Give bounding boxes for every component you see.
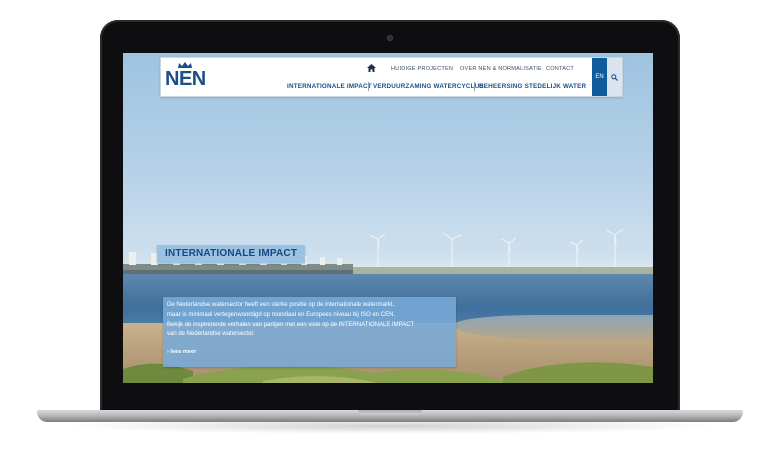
laptop-notch	[358, 410, 422, 415]
logo-text: NEN	[165, 68, 206, 90]
nav-link-contact[interactable]: CONTACT	[546, 66, 574, 72]
read-more-link[interactable]: › lees meer	[167, 349, 196, 355]
hero-body-line: De Nederlandse watersector heeft een ste…	[167, 302, 395, 308]
browser-viewport: NEN HUIDIGE PROJECTEN OVER NEN & NORMALI…	[123, 53, 653, 383]
site-header: NEN HUIDIGE PROJECTEN OVER NEN & NORMALI…	[160, 57, 623, 97]
hero-title: INTERNATIONALE IMPACT	[165, 248, 298, 259]
hero-body-line: Bekijk de inspirerende verhalen van part…	[167, 321, 415, 328]
wind-turbines	[369, 228, 624, 271]
nav-divider	[474, 82, 475, 91]
laptop-lid: NEN HUIDIGE PROJECTEN OVER NEN & NORMALI…	[100, 20, 680, 414]
nav-link-verduurzaming-watercyclus[interactable]: VERDUURZAMING WATERCYCLUS	[373, 83, 484, 90]
search-button[interactable]	[607, 58, 622, 96]
webcam	[387, 35, 393, 41]
hero-body-line: van de Nederlandse watersector.	[167, 331, 255, 338]
hero-title-box: INTERNATIONALE IMPACT	[157, 245, 306, 263]
search-icon	[611, 73, 618, 81]
read-more-label: lees meer	[170, 349, 197, 356]
hero-body-line: maar is minimaal vertegenwoordigd op mon…	[167, 311, 396, 318]
nav-link-beheersing-stedelijk-water[interactable]: BEHEERSING STEDELIJK WATER	[479, 83, 586, 90]
language-button[interactable]: EN	[592, 58, 607, 96]
laptop-base	[37, 410, 743, 422]
nav-link-over-nen[interactable]: OVER NEN & NORMALISATIE	[460, 66, 542, 72]
nav-link-internationale-impact[interactable]: INTERNATIONALE IMPACT	[287, 83, 372, 90]
nen-logo[interactable]: NEN	[165, 61, 206, 93]
language-label: EN	[595, 74, 604, 80]
home-icon[interactable]	[367, 64, 376, 72]
nav-divider	[368, 82, 369, 91]
hero-text-panel: De Nederlandse watersector heeft een ste…	[163, 297, 456, 367]
nav-link-huidige-projecten[interactable]: HUIDIGE PROJECTEN	[391, 66, 453, 72]
